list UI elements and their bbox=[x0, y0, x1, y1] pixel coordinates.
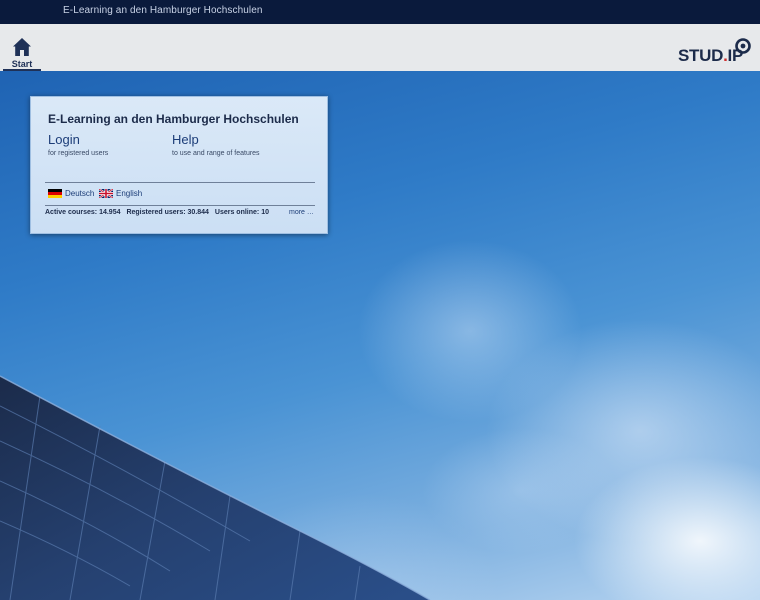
home-icon bbox=[13, 38, 31, 56]
login-panel: E-Learning an den Hamburger Hochschulen … bbox=[30, 96, 328, 234]
uk-flag-icon bbox=[99, 189, 113, 198]
logo-mark-icon bbox=[735, 38, 751, 54]
users-online: Users online: 10 bbox=[214, 209, 269, 216]
language-english-label: English bbox=[116, 189, 143, 198]
stats-line: Active courses: 14.954 Registered users:… bbox=[45, 209, 273, 216]
help-link[interactable]: Help bbox=[172, 132, 199, 147]
language-deutsch[interactable]: Deutsch bbox=[48, 188, 98, 200]
site-title: E-Learning an den Hamburger Hochschulen bbox=[63, 5, 263, 16]
logo-text-main: STUD bbox=[678, 46, 724, 65]
navigation-bar: Start STUD.IP bbox=[0, 24, 760, 72]
language-deutsch-label: Deutsch bbox=[65, 189, 95, 198]
nav-start-button[interactable]: Start bbox=[3, 24, 41, 71]
registered-users: Registered users: 30.844 bbox=[126, 209, 209, 216]
top-bar: E-Learning an den Hamburger Hochschulen bbox=[0, 0, 760, 24]
nav-start-label: Start bbox=[11, 59, 33, 69]
more-link[interactable]: more … bbox=[289, 209, 314, 216]
divider bbox=[45, 205, 315, 206]
studip-logo: STUD.IP bbox=[678, 38, 752, 68]
help-subtitle: to use and range of features bbox=[172, 150, 260, 157]
login-subtitle: for registered users bbox=[48, 150, 109, 157]
language-english[interactable]: English bbox=[99, 188, 149, 200]
divider bbox=[45, 182, 315, 183]
german-flag-icon bbox=[48, 189, 62, 198]
active-courses: Active courses: 14.954 bbox=[45, 209, 121, 216]
login-link[interactable]: Login bbox=[48, 132, 80, 147]
panel-title: E-Learning an den Hamburger Hochschulen bbox=[48, 112, 299, 126]
